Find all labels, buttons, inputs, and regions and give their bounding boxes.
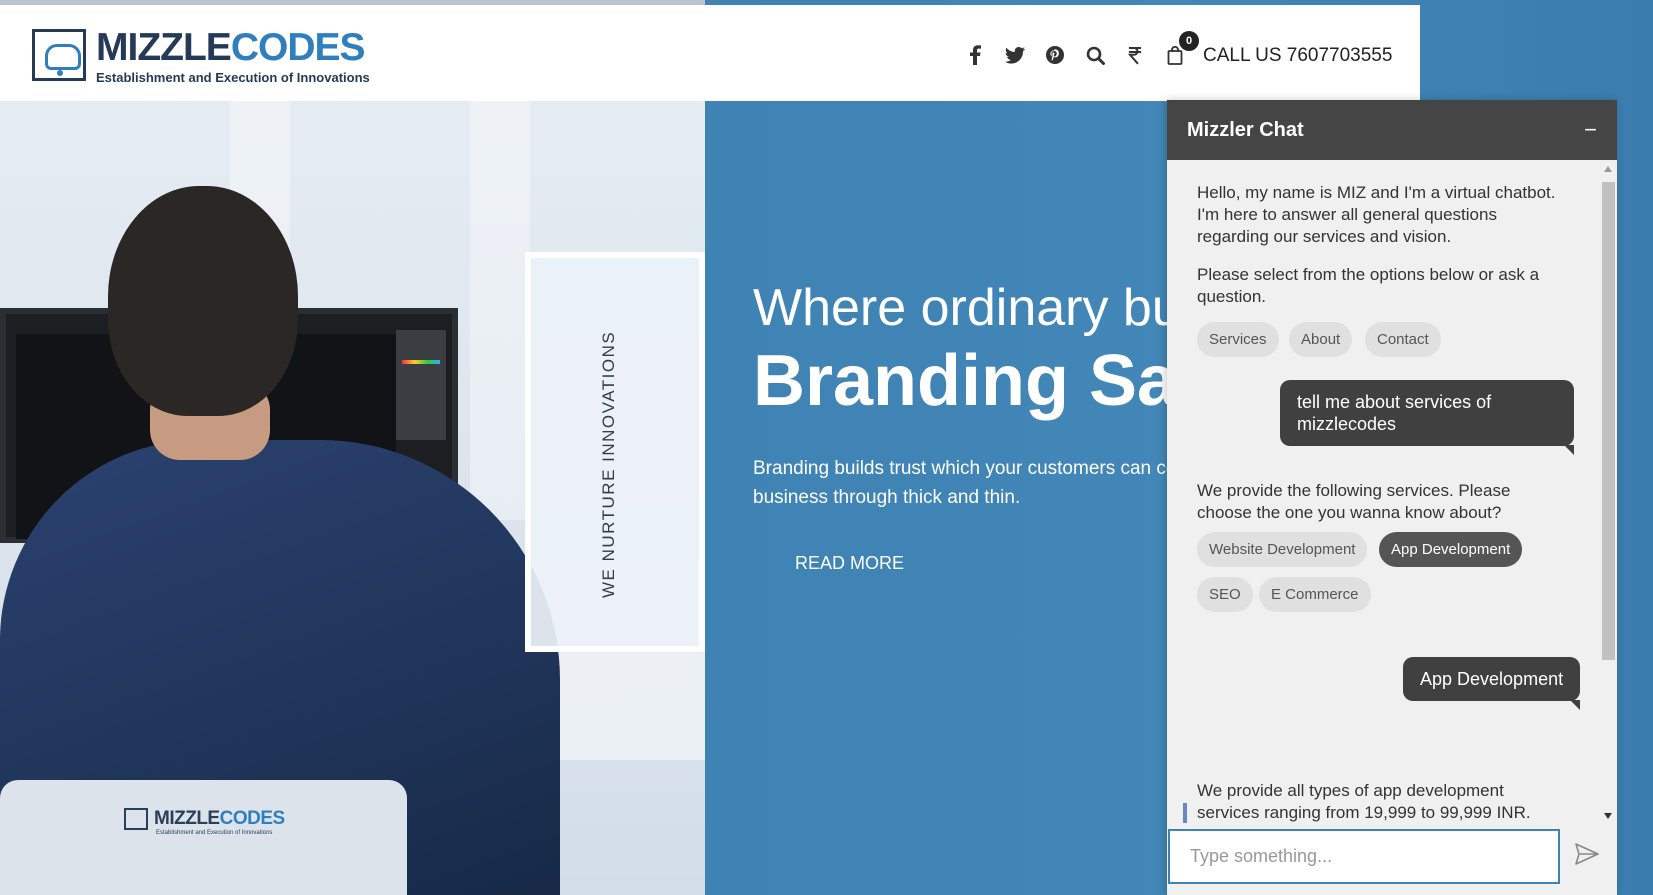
bot-message-greeting: Hello, my name is MIZ and I'm a virtual …: [1197, 183, 1556, 246]
option-services-chip[interactable]: Services: [1197, 322, 1279, 357]
nurture-box: WE NURTURE INNOVATIONS: [525, 252, 705, 652]
wall-stripe: [470, 100, 530, 520]
bot-message-services: We provide the following services. Pleas…: [1197, 481, 1511, 522]
logo-tagline: Establishment and Execution of Innovatio…: [96, 70, 370, 85]
pinterest-icon[interactable]: [1035, 41, 1075, 69]
chair-logo-text: MIZZLECODES: [154, 808, 285, 829]
site-header: MIZZLECODES Establishment and Execution …: [0, 5, 1420, 101]
facebook-icon[interactable]: [955, 41, 995, 69]
chat-widget: Mizzler Chat − Hello, my name is MIZ and…: [1167, 100, 1617, 895]
chair-logo: MIZZLECODES Establishment and Execution …: [124, 808, 285, 836]
logo-cloud-icon: [32, 29, 86, 81]
option-website-development-chip[interactable]: Website Development: [1197, 532, 1368, 567]
user-message: tell me about services of mizzlecodes: [1280, 380, 1574, 455]
logo-name: MIZZLECODES: [96, 26, 366, 69]
person-head: [108, 186, 298, 416]
chat-input-bar: [1167, 825, 1617, 895]
option-contact-chip[interactable]: Contact: [1365, 322, 1441, 357]
vertical-tagline: WE NURTURE INNOVATIONS: [599, 330, 618, 598]
option-ecommerce-chip[interactable]: E Commerce: [1259, 577, 1371, 612]
hero-title-line-2: Branding Sa: [753, 341, 1178, 421]
option-app-development-chip[interactable]: App Development: [1379, 532, 1523, 567]
cart-count-badge: 0: [1179, 31, 1199, 51]
option-seo-chip[interactable]: SEO: [1197, 577, 1253, 612]
bot-message-prompt: Please select from the options below or …: [1197, 265, 1540, 306]
minimize-button[interactable]: −: [1584, 117, 1597, 143]
call-us-text[interactable]: CALL US 7607703555: [1203, 45, 1392, 67]
monitor-panel: [396, 330, 446, 440]
chat-title: Mizzler Chat: [1187, 118, 1304, 141]
chair-logo-mark-icon: [124, 808, 148, 830]
user-message: App Development: [1403, 657, 1581, 710]
site-logo[interactable]: MIZZLECODES Establishment and Execution …: [32, 26, 370, 85]
chat-header[interactable]: Mizzler Chat −: [1167, 100, 1617, 160]
twitter-icon[interactable]: [995, 41, 1035, 69]
chat-message-input[interactable]: [1168, 829, 1560, 884]
bot-message-app-dev: We provide all types of app development …: [1197, 781, 1531, 822]
hero-title-line-1: Where ordinary bu: [753, 279, 1181, 337]
search-icon[interactable]: [1075, 41, 1115, 69]
page: MIZZLECODES Establishment and Execution …: [0, 0, 1653, 895]
chair: [0, 780, 407, 895]
chat-scrollbar[interactable]: [1599, 160, 1617, 825]
read-more-link[interactable]: READ MORE: [795, 553, 904, 574]
send-icon[interactable]: [1572, 839, 1602, 869]
header-icons: 0: [955, 31, 1199, 69]
cart-icon[interactable]: 0: [1155, 31, 1199, 69]
scroll-down-arrow-icon[interactable]: [1604, 813, 1612, 819]
scroll-thumb[interactable]: [1602, 182, 1615, 660]
typing-indicator: [1183, 803, 1187, 823]
chair-logo-tagline: Establishment and Execution of Innovatio…: [156, 830, 273, 836]
option-about-chip[interactable]: About: [1289, 322, 1353, 357]
hero-photo: MIZZLECODES Establishment and Execution …: [0, 0, 705, 895]
scroll-up-arrow-icon[interactable]: [1604, 166, 1612, 172]
chat-messages: Hello, my name is MIZ and I'm a virtual …: [1167, 160, 1617, 825]
rupee-icon[interactable]: [1115, 41, 1155, 69]
